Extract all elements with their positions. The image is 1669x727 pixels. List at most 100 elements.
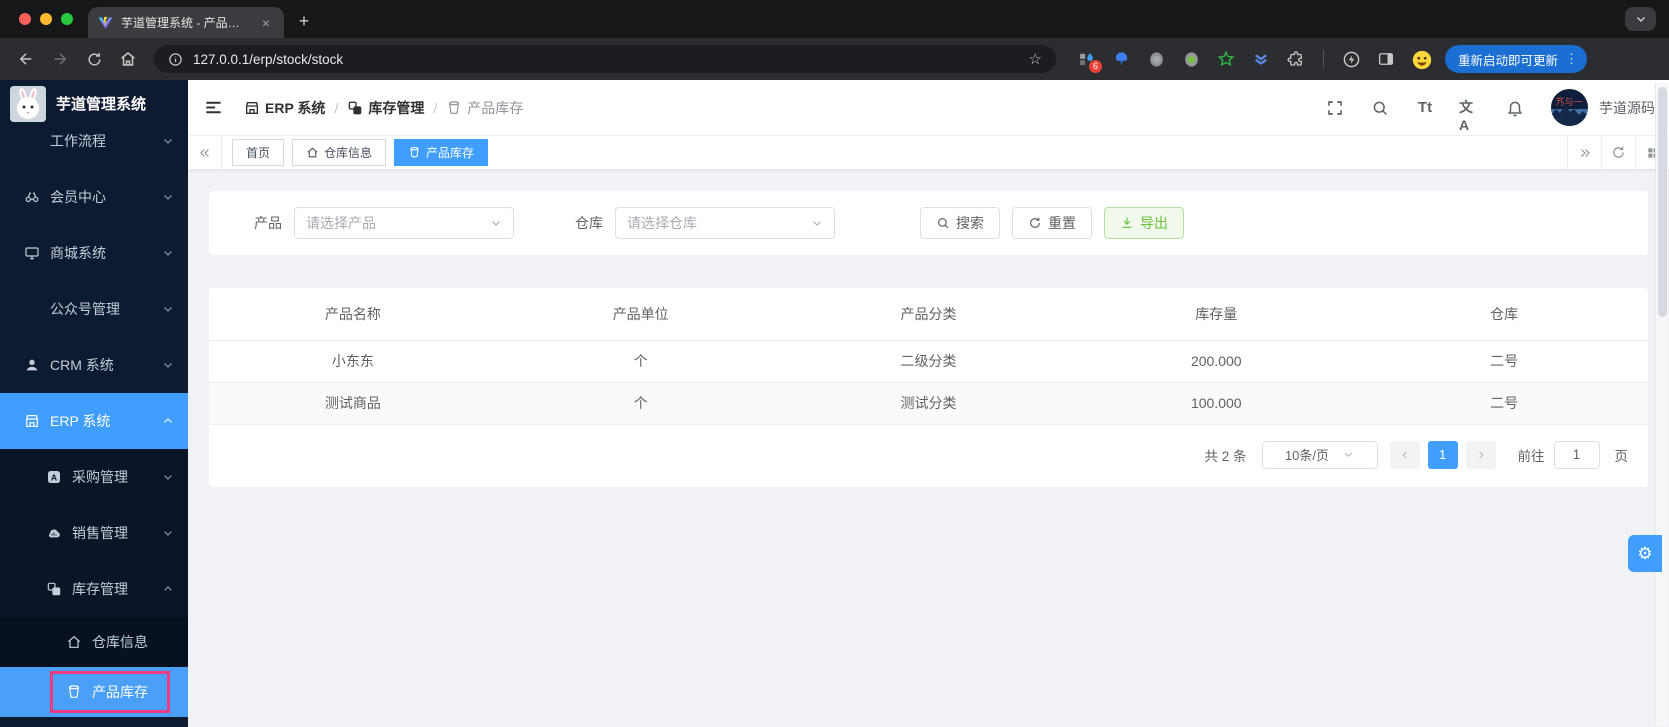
extension-balloon-icon[interactable] xyxy=(1111,49,1131,69)
mall-icon xyxy=(24,245,40,261)
tags-scroll-right-button[interactable] xyxy=(1567,136,1601,169)
page-unit-label: 页 xyxy=(1614,448,1629,464)
translate-icon[interactable]: 文A xyxy=(1459,97,1481,133)
collapse-sidebar-icon[interactable] xyxy=(199,94,227,122)
open-tags: 首页 仓库信息 产品库存 xyxy=(222,139,1567,166)
sidebar-item-mall-system[interactable]: 商城系统 xyxy=(0,225,188,281)
toolbar-separator xyxy=(1323,50,1324,68)
font-size-icon[interactable]: Tt xyxy=(1414,97,1436,119)
username[interactable]: 芋道源码 xyxy=(1599,98,1655,118)
page-scrollbar[interactable] xyxy=(1655,83,1668,725)
tag-home[interactable]: 首页 xyxy=(232,139,285,166)
tag-warehouse-info[interactable]: 仓库信息 xyxy=(292,139,387,166)
extension-gray-circle-icon[interactable] xyxy=(1146,49,1166,69)
minimize-window-button[interactable] xyxy=(40,13,52,25)
breadcrumb-erp[interactable]: ERP 系统 xyxy=(244,98,325,118)
app-window: 芋道管理系统 工作流程 会员中心 商城系统 公众号管理 CRM 系统 ERP 系… xyxy=(0,80,1669,727)
site-info-icon[interactable] xyxy=(168,52,183,67)
browser-tabstrip: 芋道管理系统 - 产品库存 × + xyxy=(0,0,1669,38)
user-avatar[interactable]: 艿与一 xyxy=(1551,89,1588,126)
forward-button[interactable] xyxy=(48,47,72,71)
stacked-boxes-icon xyxy=(348,101,362,114)
brand-title: 芋道管理系统 xyxy=(56,96,147,113)
page-size-select[interactable]: 10条/页 xyxy=(1261,440,1378,469)
update-button-label: 重新启动即可更新 xyxy=(1458,53,1559,68)
maximize-window-button[interactable] xyxy=(61,13,73,25)
back-button[interactable] xyxy=(14,47,38,71)
sidebar-item-stock-management[interactable]: 库存管理 xyxy=(0,561,188,617)
sidebar-item-purchase-management[interactable]: A 采购管理 xyxy=(0,449,188,505)
page-number-current[interactable]: 1 xyxy=(1427,440,1458,469)
col-warehouse: 仓库 xyxy=(1360,288,1648,341)
col-product-unit: 产品单位 xyxy=(496,288,785,341)
prev-page-button[interactable] xyxy=(1389,440,1420,469)
home-button[interactable] xyxy=(116,47,140,71)
table-row[interactable]: 测试商品 个 测试分类 100.000 二号 xyxy=(209,382,1648,425)
site-favicon xyxy=(98,16,113,29)
col-stock-quantity: 库存量 xyxy=(1072,288,1361,341)
product-select-placeholder: 请选择产品 xyxy=(306,215,376,231)
address-bar[interactable]: 127.0.0.1/erp/stock/stock ☆ xyxy=(154,45,1056,73)
sidebar-item-erp-system[interactable]: ERP 系统 xyxy=(0,393,188,449)
tag-product-stock[interactable]: 产品库存 xyxy=(394,139,489,166)
user-icon xyxy=(24,357,40,373)
browser-menu-kebab-icon[interactable]: ⋮ xyxy=(1565,51,1578,67)
svg-text:A: A xyxy=(51,472,58,482)
browser-tab[interactable]: 芋道管理系统 - 产品库存 × xyxy=(88,7,284,38)
breadcrumb-separator: / xyxy=(433,99,438,116)
sidebar-item-member-center[interactable]: 会员中心 xyxy=(0,169,188,225)
extension-green-star-icon[interactable] xyxy=(1216,49,1236,69)
tab-close-icon[interactable]: × xyxy=(258,15,274,31)
notification-bell-icon[interactable] xyxy=(1504,97,1526,119)
table-row[interactable]: 小东东 个 二级分类 200.000 二号 xyxy=(209,340,1648,383)
profile-avatar-emoji[interactable] xyxy=(1411,49,1432,70)
refresh-icon xyxy=(1030,217,1040,228)
sidebar-item-official-account[interactable]: 公众号管理 xyxy=(0,281,188,337)
fullscreen-icon[interactable] xyxy=(1324,97,1346,119)
extension-double-chevron-icon[interactable] xyxy=(1251,49,1271,69)
sidebar-item-crm-system[interactable]: CRM 系统 xyxy=(0,337,188,393)
sidebar-item-sales-management[interactable]: 销售管理 xyxy=(0,505,188,561)
reload-button[interactable] xyxy=(82,47,106,71)
scrollbar-thumb[interactable] xyxy=(1657,87,1667,317)
chevron-up-icon xyxy=(162,583,174,595)
col-product-name: 产品名称 xyxy=(209,288,497,341)
product-select[interactable]: 请选择产品 xyxy=(294,207,514,239)
tags-scroll-left-button[interactable] xyxy=(188,136,222,169)
close-window-button[interactable] xyxy=(19,13,31,25)
battery-saver-icon[interactable] xyxy=(1341,49,1361,69)
extension-grid-icon[interactable]: 6 xyxy=(1076,49,1102,73)
search-button[interactable]: 搜索 xyxy=(920,207,1000,239)
extensions-puzzle-icon[interactable] xyxy=(1286,49,1306,69)
search-icon[interactable] xyxy=(1369,97,1391,119)
sidebar-item-product-stock[interactable]: 产品库存 xyxy=(0,667,188,717)
breadcrumb-product-stock: 产品库存 xyxy=(446,98,523,118)
col-product-category: 产品分类 xyxy=(784,288,1073,341)
stock-table-card: 产品名称 产品单位 产品分类 库存量 仓库 小东东 个 二级分类 200.000… xyxy=(209,288,1648,487)
next-page-button[interactable] xyxy=(1465,440,1496,469)
new-tab-button[interactable]: + xyxy=(290,7,318,35)
side-panel-icon[interactable] xyxy=(1376,49,1396,69)
screenshot-root: 芋道管理系统 - 产品库存 × + 127.0.0.1/erp/stock/st… xyxy=(0,0,1669,727)
breadcrumb-stock-management[interactable]: 库存管理 xyxy=(347,98,424,118)
browser-update-button[interactable]: 重新启动即可更新 ⋮ xyxy=(1445,45,1588,73)
header-actions: Tt 文A 艿与一 芋道源码 xyxy=(1324,89,1655,133)
goto-page-input[interactable] xyxy=(1553,440,1600,469)
extension-green-dot-icon[interactable] xyxy=(1181,49,1201,69)
tab-search-button[interactable] xyxy=(1625,7,1656,31)
reset-button[interactable]: 重置 xyxy=(1012,207,1092,239)
warehouse-select[interactable]: 请选择仓库 xyxy=(615,207,835,239)
letter-a-icon: A xyxy=(46,469,62,485)
bookmark-star-icon[interactable]: ☆ xyxy=(1029,50,1042,68)
refresh-page-button[interactable] xyxy=(1601,136,1635,169)
pagination: 共 2 条 10条/页 1 前往 1 页 xyxy=(209,425,1648,473)
search-icon xyxy=(938,218,949,229)
chevron-down-icon xyxy=(162,191,174,203)
sidebar: 芋道管理系统 工作流程 会员中心 商城系统 公众号管理 CRM 系统 ERP 系… xyxy=(0,80,188,727)
download-icon xyxy=(1122,217,1132,228)
chevron-down-icon xyxy=(162,135,174,147)
sidebar-item-workflow[interactable]: 工作流程 xyxy=(0,113,188,169)
sidebar-item-warehouse-info[interactable]: 仓库信息 xyxy=(0,617,188,667)
export-button[interactable]: 导出 xyxy=(1104,207,1184,239)
settings-drawer-button[interactable]: ⚙ xyxy=(1628,535,1662,572)
